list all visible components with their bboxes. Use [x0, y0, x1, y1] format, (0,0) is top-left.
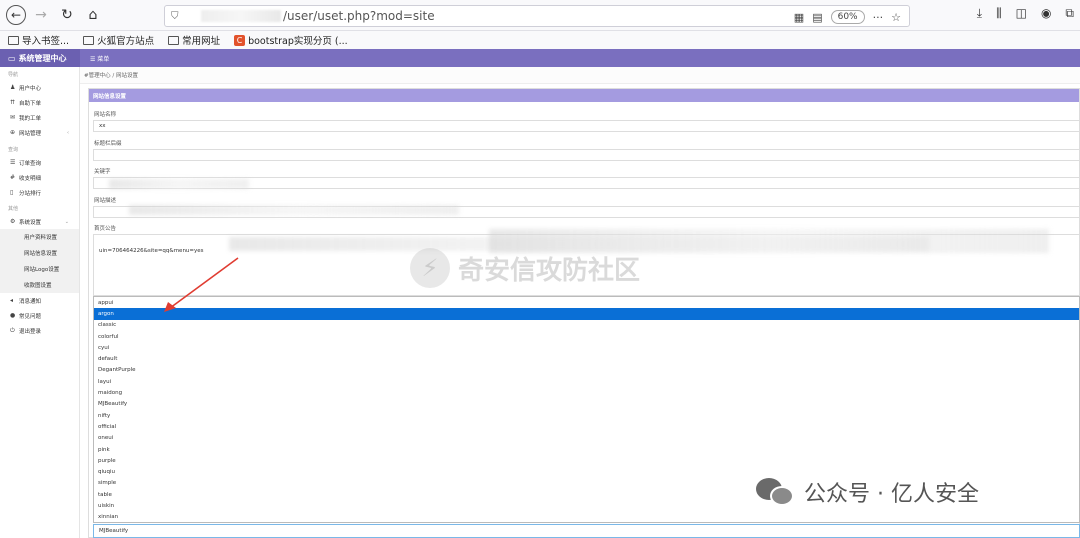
template-select[interactable]: MJBeautify	[93, 524, 1080, 538]
folder-icon	[83, 35, 95, 45]
browser-toolbar: ← → ↻ ⌂ ⛉ /user/uset.php?mod=site ▦ ▤ 60…	[0, 0, 1080, 31]
announcement-label: 首页公告	[94, 226, 117, 232]
site-name-input[interactable]: xx	[93, 120, 1080, 132]
sidebar-item-order[interactable]: ⇈ 自助下单	[0, 95, 79, 110]
dropdown-option[interactable]: official	[94, 421, 1079, 432]
keywords-label: 关键字	[94, 169, 111, 175]
account-icon[interactable]: ◉	[1041, 6, 1051, 21]
panel-title: 网站信息设置	[89, 89, 1079, 102]
qr-icon[interactable]: ▦	[794, 11, 804, 24]
star-icon[interactable]: ☆	[891, 11, 901, 24]
dropdown-option[interactable]: DegantPurple	[94, 365, 1079, 376]
ticket-icon: ✉	[10, 114, 16, 121]
description-label: 网站描述	[94, 198, 117, 204]
redacted-area	[129, 205, 459, 215]
sidebar-item-logout[interactable]: ⏻ 退出登录	[0, 323, 79, 338]
sidebar-item-settings[interactable]: ⚙ 系统设置 ⌄	[0, 214, 79, 229]
sidebar-sub-user-profile[interactable]: 用户资料设置	[0, 229, 79, 245]
sidebar-group-title: 查询	[8, 147, 19, 153]
title-suffix-input[interactable]	[93, 149, 1080, 161]
forward-button[interactable]: →	[30, 4, 52, 26]
user-icon: ♟	[10, 84, 16, 91]
breadcrumb: #管理中心 / 网站设置	[80, 67, 1080, 84]
site-name-label: 网站名称	[94, 112, 117, 118]
bookmark-import[interactable]: 导入书签...	[8, 33, 69, 47]
sidebar-sub-site-info[interactable]: 网站信息设置	[0, 245, 79, 261]
sidebar-sub-logo[interactable]: 网站Logo设置	[0, 261, 79, 277]
dropdown-option[interactable]: xinnian	[94, 512, 1079, 523]
bookmark-firefox[interactable]: 火狐官方站点	[83, 33, 154, 47]
address-bar[interactable]: ⛉ /user/uset.php?mod=site ▦ ▤ 60% ··· ☆	[164, 5, 910, 27]
sidebar-item-notice[interactable]: ◂ 消息通知	[0, 293, 79, 308]
csdn-icon: C	[234, 34, 246, 46]
wechat-icon	[754, 474, 796, 510]
chevron-down-icon: ⌄	[64, 218, 69, 225]
bookmark-bootstrap[interactable]: Cbootstrap实现分页 (...	[234, 33, 348, 47]
url-redacted	[201, 10, 281, 22]
redacted-area	[109, 179, 249, 189]
dropdown-option[interactable]: classic	[94, 320, 1079, 331]
sidebar-group-title: 导航	[8, 72, 19, 78]
list-icon: ☰	[10, 159, 16, 166]
url-actions: ▦ ▤ 60% ··· ☆	[794, 6, 901, 28]
extension-icon[interactable]: ⧉	[1065, 6, 1074, 21]
dropdown-option[interactable]: default	[94, 353, 1079, 364]
center-watermark: ⚡ 奇安信攻防社区	[410, 248, 640, 288]
hash-icon: #	[10, 174, 16, 181]
globe-icon: ⊕	[10, 129, 16, 136]
bell-icon: ◂	[10, 297, 14, 304]
reader-icon[interactable]: ▤	[812, 11, 822, 24]
dropdown-option[interactable]: purple	[94, 455, 1079, 466]
footer-watermark: 公众号 · 亿人安全	[754, 474, 979, 510]
dropdown-option[interactable]: pink	[94, 444, 1079, 455]
bolt-icon: ⚡	[410, 248, 450, 288]
home-button[interactable]: ⌂	[82, 4, 104, 26]
dropdown-option[interactable]: colorful	[94, 331, 1079, 342]
dropdown-option-highlighted[interactable]: argon	[94, 308, 1079, 320]
sidebar-item-faq[interactable]: ● 常见问题	[0, 308, 79, 323]
more-icon[interactable]: ···	[873, 11, 884, 24]
dropdown-option[interactable]: oneui	[94, 433, 1079, 444]
sidebar-item-finance[interactable]: # 收支明细	[0, 170, 79, 185]
dropdown-option[interactable]: MJBeautify	[94, 399, 1079, 410]
library-icon[interactable]: ⫼	[996, 6, 1002, 21]
sidebar-icon[interactable]: ◫	[1016, 6, 1027, 21]
dropdown-option[interactable]: appui	[94, 297, 1079, 308]
dropdown-option[interactable]: layui	[94, 376, 1079, 387]
back-button[interactable]: ←	[6, 5, 26, 25]
folder-icon	[168, 35, 180, 45]
sidebar-item-ranking[interactable]: ▯ 分站排行	[0, 185, 79, 200]
url-text: /user/uset.php?mod=site	[283, 9, 435, 23]
zoom-level[interactable]: 60%	[830, 10, 865, 24]
dropdown-option[interactable]: maidong	[94, 387, 1079, 398]
sidebar-item-user-center[interactable]: ♟ 用户中心	[0, 80, 79, 95]
power-icon: ⏻	[10, 326, 15, 334]
brand[interactable]: ▭ 系统管理中心	[0, 49, 80, 67]
sidebar-sub-payment[interactable]: 收款图设置	[0, 277, 79, 293]
gear-icon: ⚙	[10, 218, 16, 225]
reload-button[interactable]: ↻	[56, 4, 78, 26]
shield-icon: ⛉	[171, 10, 179, 22]
chevron-left-icon: ‹	[67, 129, 69, 136]
import-icon	[8, 35, 19, 45]
bookmarks-bar: 导入书签... 火狐官方站点 常用网址 Cbootstrap实现分页 (...	[0, 31, 1080, 49]
sidebar-item-ticket[interactable]: ✉ 我的工单	[0, 110, 79, 125]
toolbar-right: ⤓ ⫼ ◫ ◉ ⧉	[977, 6, 1074, 21]
question-icon: ●	[10, 312, 16, 319]
title-suffix-label: 标题栏后缀	[94, 141, 122, 147]
monitor-icon: ▭	[8, 53, 16, 63]
sidebar: 导航 ♟ 用户中心 ⇈ 自助下单 ✉ 我的工单 ⊕ 网站管理 ‹ 查询 ☰ 订单查询 # 收支…	[0, 67, 80, 538]
chart-icon: ▯	[10, 189, 14, 196]
bookmark-common[interactable]: 常用网址	[168, 33, 220, 47]
sidebar-group-title: 其他	[8, 206, 19, 212]
sidebar-item-site-manage[interactable]: ⊕ 网站管理 ‹	[0, 125, 79, 140]
cart-icon: ⇈	[10, 99, 16, 106]
admin-header: ▭ 系统管理中心 ☰ 菜单	[0, 49, 1080, 67]
dropdown-option[interactable]: nifty	[94, 410, 1079, 421]
sidebar-item-orders[interactable]: ☰ 订单查询	[0, 155, 79, 170]
dropdown-option[interactable]: cyui	[94, 342, 1079, 353]
menu-button[interactable]: ☰ 菜单	[90, 54, 109, 63]
download-icon[interactable]: ⤓	[977, 6, 982, 21]
